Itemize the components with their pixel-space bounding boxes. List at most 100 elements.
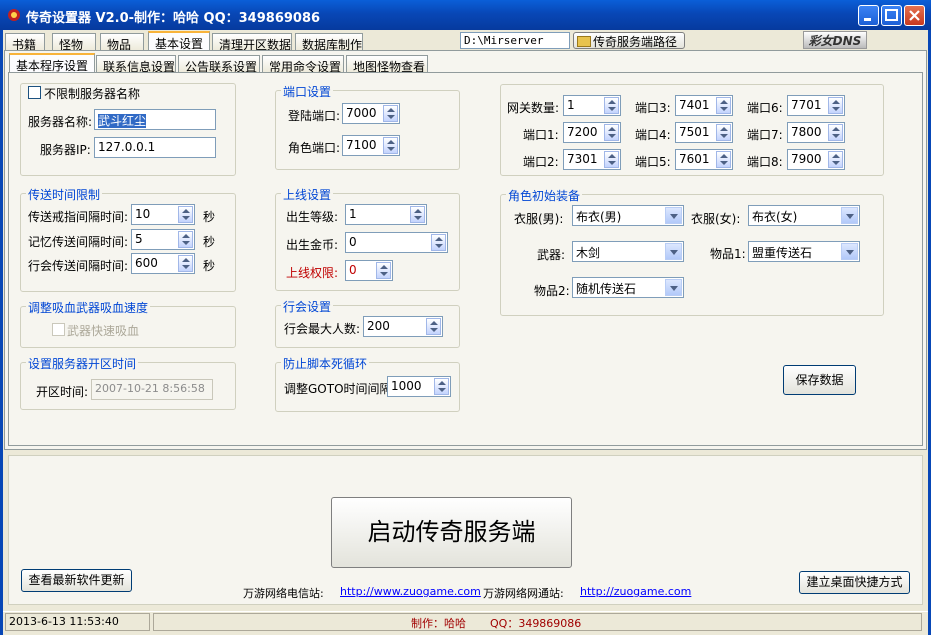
check-update-button[interactable]: 查看最新软件更新 [21,569,132,592]
port1-value: 7200 [567,125,598,139]
port8-input[interactable]: 7900 [787,149,845,170]
port1-spinner[interactable] [604,124,619,141]
server-ip-input[interactable]: 127.0.0.1 [94,137,216,158]
subtab-commands[interactable]: 常用命令设置 [262,55,344,74]
telecom-link[interactable]: http://www.zuogame.com [340,585,481,598]
item1-label: 物品1: [710,247,746,261]
char-port-input[interactable]: 7100 [342,135,400,156]
port8-value: 7900 [791,152,822,166]
port6-input[interactable]: 7701 [787,95,845,116]
subtab-contact-info[interactable]: 联系信息设置 [96,55,176,74]
minimize-button[interactable] [858,5,879,26]
tab-basic-settings[interactable]: 基本设置 [148,31,210,51]
port2-value: 7301 [567,152,598,166]
port3-input[interactable]: 7401 [675,95,733,116]
birth-level-spinner[interactable] [410,206,425,223]
server-name-input[interactable]: 武斗红尘 [94,109,216,130]
server-path-button[interactable]: 传奇服务端路径 [573,32,685,49]
start-server-button[interactable]: 启动传奇服务端 [331,497,572,568]
teleport-group-title: 传送时间限制 [26,186,103,203]
subtab-basic-program[interactable]: 基本程序设置 [9,53,95,73]
female-cloth-dropdown-icon[interactable] [841,207,858,224]
netcom-label: 万游网络网通站: [483,587,564,600]
save-button[interactable]: 保存数据 [783,365,856,395]
netcom-link[interactable]: http://zuogame.com [580,585,691,598]
guild-interval-input[interactable]: 600 [131,253,195,274]
app-icon [8,9,20,21]
online-perm-input[interactable]: 0 [345,260,393,281]
port2-input[interactable]: 7301 [563,149,621,170]
male-cloth-dropdown-icon[interactable] [665,207,682,224]
male-cloth-select[interactable]: 布衣(男) [572,205,684,226]
birth-level-input[interactable]: 1 [345,204,427,225]
port1-label: 端口1: [523,128,559,142]
open-time-label: 开区时间: [36,385,89,399]
maximize-icon [882,6,901,25]
close-button[interactable] [904,5,925,26]
login-port-spinner[interactable] [383,105,398,122]
port7-input[interactable]: 7800 [787,122,845,143]
item2-dropdown-icon[interactable] [665,279,682,296]
gateway-count-input[interactable]: 1 [563,95,621,116]
status-author: 制作：哈哈 [411,617,466,630]
ring-interval-spinner[interactable] [178,206,193,223]
tab-items[interactable]: 物品 [100,33,144,52]
birth-level-value: 1 [349,207,357,221]
port1-input[interactable]: 7200 [563,122,621,143]
port6-spinner[interactable] [828,97,843,114]
weapon-dropdown-icon[interactable] [665,243,682,260]
port2-spinner[interactable] [604,151,619,168]
item2-value: 随机传送石 [576,282,637,296]
subtab-announcement[interactable]: 公告联系设置 [178,55,260,74]
port4-label: 端口4: [635,128,671,142]
ring-interval-input[interactable]: 10 [131,204,195,225]
unlimited-name-checkbox[interactable] [28,86,41,99]
subtab-map-monsters[interactable]: 地图怪物查看 [346,55,428,74]
port7-label: 端口7: [747,128,783,142]
guild-interval-spinner[interactable] [178,255,193,272]
port4-spinner[interactable] [716,124,731,141]
port6-label: 端口6: [747,101,783,115]
gateway-count-spinner[interactable] [604,97,619,114]
male-cloth-value: 布衣(男) [576,210,622,224]
create-shortcut-button[interactable]: 建立桌面快捷方式 [799,571,910,594]
online-perm-spinner[interactable] [376,262,391,279]
guild-group-title: 行会设置 [281,298,334,315]
port5-input[interactable]: 7601 [675,149,733,170]
online-group-title: 上线设置 [281,186,334,203]
port4-input[interactable]: 7501 [675,122,733,143]
birth-gold-input[interactable]: 0 [345,232,448,253]
server-path-button-label: 传奇服务端路径 [592,35,677,49]
memory-interval-spinner[interactable] [178,231,193,248]
port8-spinner[interactable] [828,151,843,168]
port3-spinner[interactable] [716,97,731,114]
port2-label: 端口2: [523,155,559,169]
server-path-field[interactable]: D:\Mirserver [460,32,570,49]
open-time-input[interactable]: 2007-10-21 8:56:58 [91,379,213,400]
goto-interval-spinner[interactable] [434,378,449,395]
tab-database[interactable]: 数据库制作 [295,33,363,52]
port7-spinner[interactable] [828,124,843,141]
goto-interval-input[interactable]: 1000 [387,376,451,397]
weapon-label: 武器: [537,248,566,262]
weapon-select[interactable]: 木剑 [572,241,684,262]
login-port-input[interactable]: 7000 [342,103,400,124]
port5-spinner[interactable] [716,151,731,168]
maximize-button[interactable] [881,5,902,26]
guild-max-spinner[interactable] [426,318,441,335]
female-cloth-select[interactable]: 布衣(女) [748,205,860,226]
fast-vampire-checkbox[interactable] [52,323,65,336]
tab-books[interactable]: 书籍 [5,33,45,52]
equip-group-title: 角色初始装备 [506,187,583,204]
item1-dropdown-icon[interactable] [841,243,858,260]
birth-gold-spinner[interactable] [431,234,446,251]
tab-clear-data[interactable]: 清理开区数据 [212,33,292,52]
char-port-value: 7100 [346,138,377,152]
guild-max-input[interactable]: 200 [363,316,443,337]
memory-interval-input[interactable]: 5 [131,229,195,250]
char-port-spinner[interactable] [383,137,398,154]
item1-select[interactable]: 盟重传送石 [748,241,860,262]
online-perm-label: 上线权限: [286,266,339,280]
item2-select[interactable]: 随机传送石 [572,277,684,298]
tab-monsters[interactable]: 怪物 [52,33,96,52]
